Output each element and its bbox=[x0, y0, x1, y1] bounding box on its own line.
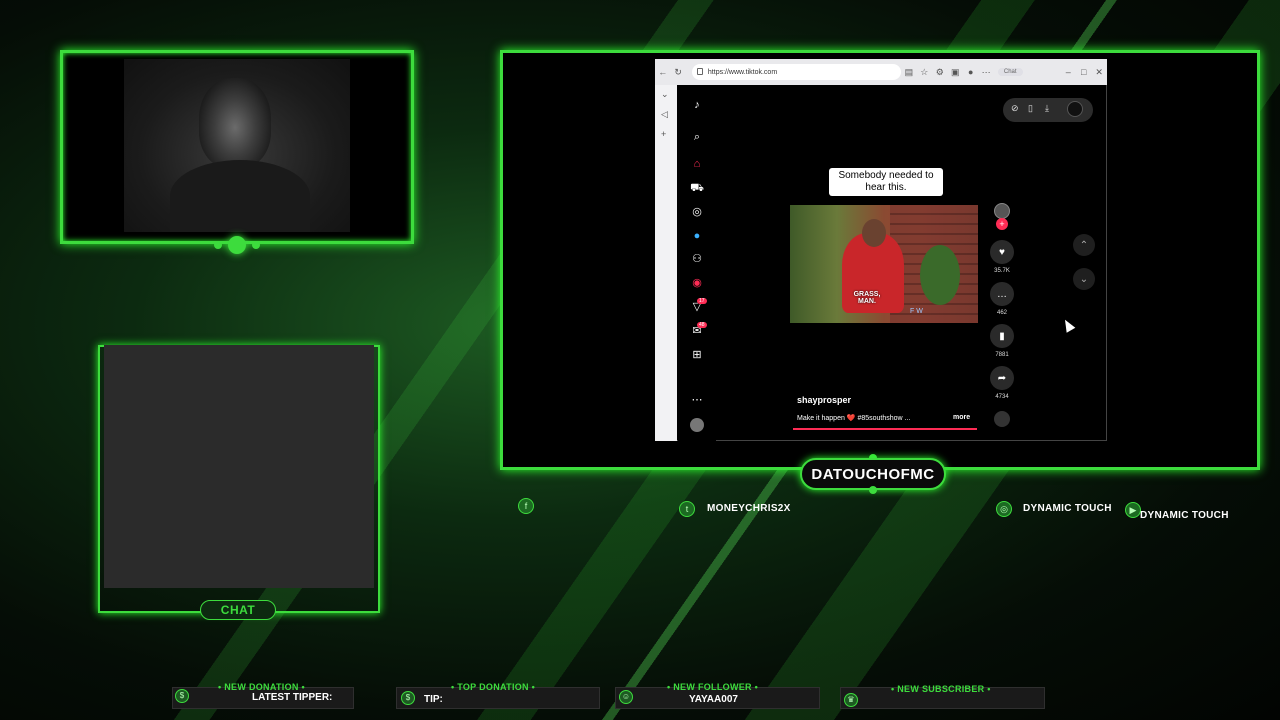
chat-label-plate: CHAT bbox=[200, 600, 276, 620]
follow-button[interactable]: + bbox=[996, 218, 1008, 230]
browser-toolbar: ← ↻ https://www.tiktok.com ▤ ☆ ⚙ ▣ ● ⋯ C… bbox=[655, 59, 1107, 85]
nameplate-dot bbox=[869, 486, 877, 494]
menu-dots-icon[interactable]: ⋯ bbox=[978, 67, 993, 78]
comment-icon[interactable]: … bbox=[990, 282, 1014, 306]
get-app-icon[interactable]: ▯ bbox=[1028, 103, 1033, 114]
get-coins-icon[interactable]: ⊘ bbox=[1011, 103, 1019, 114]
upload-icon[interactable]: ⊞ bbox=[690, 348, 704, 362]
collections-icon[interactable]: ▣ bbox=[948, 67, 963, 78]
video-progress-bar[interactable] bbox=[793, 428, 977, 430]
video-subtitle: GRASS, MAN. bbox=[853, 291, 881, 305]
video-text-caption: Somebody needed to hear this. bbox=[829, 168, 943, 196]
facebook-icon: f bbox=[518, 498, 534, 514]
webcam-indicator bbox=[212, 236, 262, 254]
follower-title: • NEW FOLLOWER • bbox=[667, 682, 759, 692]
close-icon[interactable]: ✕ bbox=[1091, 67, 1106, 78]
donation-icon: $ bbox=[175, 689, 189, 703]
reader-icon[interactable]: ▤ bbox=[901, 67, 916, 78]
music-disc-icon[interactable] bbox=[994, 411, 1010, 427]
activity-badge: 17 bbox=[697, 298, 707, 304]
download-icon[interactable]: ⤓ bbox=[1045, 103, 1049, 114]
top-donation-value: TIP: bbox=[424, 694, 443, 705]
social-handle-youtube: DYNAMIC TOUCH bbox=[1140, 510, 1229, 521]
lock-icon bbox=[696, 68, 703, 75]
follower-value: YAYAA007 bbox=[689, 694, 738, 705]
video-player[interactable] bbox=[790, 205, 978, 323]
speaker-tab-icon[interactable]: ◁ bbox=[661, 109, 668, 120]
profile-icon[interactable]: ● bbox=[963, 67, 978, 77]
crown-icon: ♛ bbox=[844, 693, 858, 707]
live-icon[interactable]: ◉ bbox=[690, 276, 704, 290]
next-video-icon[interactable]: ⌄ bbox=[1073, 268, 1095, 290]
instagram-icon: ◎ bbox=[996, 501, 1012, 517]
streamer-name: DATOUCHOFMC bbox=[811, 465, 935, 483]
home-icon[interactable]: ⌂ bbox=[690, 157, 704, 171]
webcam-person-body bbox=[170, 160, 310, 232]
comment-count: 462 bbox=[996, 310, 1007, 316]
creator-avatar[interactable] bbox=[994, 203, 1010, 219]
subscriber-title: • NEW SUBSCRIBER • bbox=[891, 684, 991, 694]
search-icon[interactable]: ⌕ bbox=[690, 130, 704, 144]
minimize-icon[interactable]: – bbox=[1061, 67, 1076, 77]
share-count: 4734 bbox=[995, 394, 1009, 400]
url-text: https://www.tiktok.com bbox=[707, 68, 778, 76]
creator-username[interactable]: shayprosper bbox=[797, 395, 851, 405]
profile-avatar[interactable] bbox=[690, 418, 704, 432]
address-bar[interactable]: https://www.tiktok.com bbox=[691, 64, 902, 80]
copilot-chat-button[interactable]: Chat bbox=[997, 68, 1023, 76]
following-icon[interactable]: ● bbox=[690, 229, 704, 243]
friends-icon[interactable]: ⚇ bbox=[690, 252, 704, 266]
social-handle-instagram: DYNAMIC TOUCH bbox=[1023, 503, 1112, 514]
favorite-star-icon[interactable]: ☆ bbox=[917, 67, 932, 78]
webcam-person-head bbox=[199, 78, 271, 168]
more-dots-icon[interactable]: ⋯ bbox=[690, 393, 704, 407]
explore-icon[interactable]: ◎ bbox=[690, 205, 704, 219]
video-watermark: F W bbox=[910, 308, 923, 315]
extensions-icon[interactable]: ⚙ bbox=[932, 67, 947, 78]
social-handle-twitter: MONEYCHRIS2X bbox=[707, 503, 791, 514]
refresh-icon[interactable]: ↻ bbox=[670, 67, 685, 78]
chat-label: CHAT bbox=[220, 603, 256, 617]
chat-panel[interactable] bbox=[104, 345, 374, 588]
tiktok-logo-icon[interactable]: ♪ bbox=[690, 98, 704, 112]
video-description: Make it happen ❤️ #85southshow ... bbox=[797, 415, 911, 422]
previous-video-icon[interactable]: ⌃ bbox=[1073, 234, 1095, 256]
donation-value: LATEST TIPPER: bbox=[252, 692, 333, 703]
tiktok-toolbar: ⊘ ▯ ⤓ bbox=[1003, 98, 1093, 122]
save-count: 7881 bbox=[995, 352, 1009, 358]
profile-avatar-icon[interactable] bbox=[1067, 101, 1083, 117]
more-button[interactable]: more bbox=[953, 414, 970, 421]
like-count: 35.7K bbox=[994, 268, 1010, 274]
youtube-icon: ▶ bbox=[1125, 502, 1141, 518]
twitter-icon: t bbox=[679, 501, 695, 517]
new-tab-icon[interactable]: + bbox=[661, 129, 666, 139]
bookmark-icon[interactable]: ▮ bbox=[990, 324, 1014, 348]
messages-badge: 48 bbox=[697, 322, 707, 328]
user-icon: ☺ bbox=[619, 690, 633, 704]
share-icon[interactable]: ➦ bbox=[990, 366, 1014, 390]
shop-icon[interactable]: ⛟ bbox=[690, 181, 704, 195]
back-icon[interactable]: ← bbox=[655, 67, 670, 77]
top-donation-title: • TOP DONATION • bbox=[451, 682, 536, 692]
donation-title: • NEW DONATION • bbox=[218, 682, 305, 692]
like-icon[interactable]: ♥ bbox=[990, 240, 1014, 264]
money-bag-icon: $ bbox=[401, 691, 415, 705]
vertical-tabs: ⌄ ◁ + bbox=[655, 85, 677, 441]
chevron-down-icon[interactable]: ⌄ bbox=[661, 89, 669, 100]
maximize-icon[interactable]: □ bbox=[1076, 67, 1091, 77]
